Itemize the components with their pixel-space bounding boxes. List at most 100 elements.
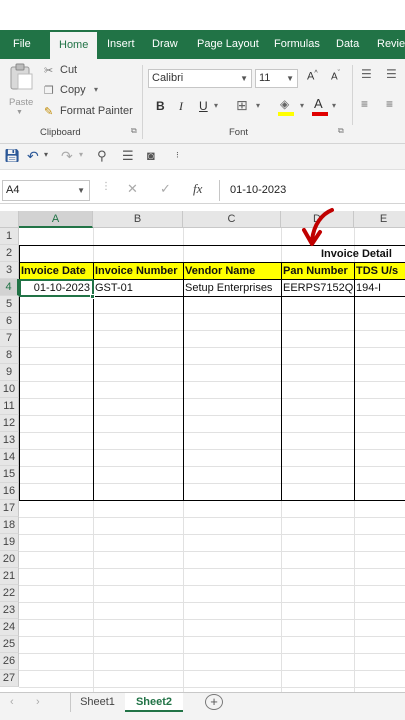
row-header[interactable]: 7 xyxy=(0,330,19,347)
format-painter-button[interactable]: ✎ Format Painter xyxy=(42,104,137,122)
clipboard-launcher-icon[interactable]: ⧉ xyxy=(131,126,137,136)
fill-color-icon[interactable]: ◈ xyxy=(278,97,298,117)
row-header[interactable]: 1 xyxy=(0,228,19,245)
form-icon[interactable]: ☰ xyxy=(122,148,134,164)
paste-dropdown-icon[interactable]: ▼ xyxy=(16,109,23,116)
fill-color-dropdown-icon[interactable]: ▾ xyxy=(300,101,304,110)
borders-dropdown-icon[interactable]: ▾ xyxy=(256,101,260,110)
spreadsheet-grid[interactable]: A B C D E 1 2 3 4 5 6 7 8 9 10 11 12 13 … xyxy=(0,211,405,692)
table-cell[interactable]: EERPS7152Q xyxy=(281,280,354,297)
name-box[interactable]: A4 ▼ xyxy=(2,180,90,201)
paste-button[interactable]: Paste ▼ xyxy=(6,63,36,121)
active-cell-indicator xyxy=(19,279,94,297)
header-cell[interactable]: Pan Number xyxy=(281,263,354,280)
row-header[interactable]: 25 xyxy=(0,636,19,653)
header-cell[interactable]: Invoice Number xyxy=(93,263,183,280)
cut-button[interactable]: ✂ Cut xyxy=(42,63,122,81)
cancel-icon[interactable]: ✕ xyxy=(127,181,138,197)
add-sheet-icon[interactable]: + xyxy=(205,694,223,710)
italic-button[interactable]: I xyxy=(179,99,183,114)
decrease-font-size-icon[interactable]: Aˇ xyxy=(331,70,340,82)
undo-icon[interactable]: ↶ xyxy=(27,148,39,165)
row-header[interactable]: 3 xyxy=(0,262,19,279)
enter-icon[interactable]: ✓ xyxy=(160,181,171,197)
redo-icon[interactable]: ↷ xyxy=(61,148,73,165)
row-header[interactable]: 2 xyxy=(0,245,19,262)
row-header[interactable]: 20 xyxy=(0,551,19,568)
copy-dropdown-icon[interactable]: ▾ xyxy=(94,85,98,94)
tab-home[interactable]: Home xyxy=(50,32,98,59)
fill-handle[interactable] xyxy=(90,294,95,299)
row-header[interactable]: 5 xyxy=(0,296,19,313)
column-header-b[interactable]: B xyxy=(93,211,183,228)
align-left-icon[interactable]: ≡ xyxy=(361,97,368,111)
copy-button[interactable]: ❐ Copy ▾ xyxy=(42,83,122,101)
increase-font-size-icon[interactable]: A^ xyxy=(307,70,318,83)
row-header[interactable]: 16 xyxy=(0,483,19,500)
select-all-corner[interactable] xyxy=(0,211,19,228)
row-header[interactable]: 19 xyxy=(0,534,19,551)
save-icon[interactable]: 💾︎ xyxy=(4,148,21,164)
formula-input[interactable]: 01-10-2023 xyxy=(219,180,405,201)
chevron-down-icon: ▼ xyxy=(286,74,294,83)
font-color-dropdown-icon[interactable]: ▾ xyxy=(332,101,336,110)
sheet-tab-bar: ‹ › Sheet1 Sheet2 + xyxy=(0,692,405,712)
font-name-select[interactable]: Calibri ▼ xyxy=(148,69,252,88)
row-header[interactable]: 14 xyxy=(0,449,19,466)
borders-icon[interactable]: ⊞ xyxy=(236,97,248,114)
row-header[interactable]: 6 xyxy=(0,313,19,330)
row-header[interactable]: 22 xyxy=(0,585,19,602)
row-header[interactable]: 21 xyxy=(0,568,19,585)
align-top-icon[interactable]: ☰ xyxy=(361,67,372,81)
row-header[interactable]: 23 xyxy=(0,602,19,619)
table-cell[interactable]: Setup Enterprises xyxy=(183,280,281,297)
align-middle-icon[interactable]: ☰ xyxy=(386,67,397,81)
row-header[interactable]: 8 xyxy=(0,347,19,364)
row-header[interactable]: 17 xyxy=(0,500,19,517)
quick-access-toolbar: 💾︎ ↶ ▾ ↷ ▾ ⚲ ☰ ◙ ⁝ xyxy=(0,144,405,170)
tab-page-layout[interactable]: Page Layout xyxy=(197,30,259,59)
redo-dropdown-icon[interactable]: ▾ xyxy=(79,150,83,159)
row-header[interactable]: 12 xyxy=(0,415,19,432)
font-size-select[interactable]: 11 ▼ xyxy=(255,69,298,88)
tab-file[interactable]: File xyxy=(13,30,31,59)
tab-review[interactable]: Revie xyxy=(377,30,405,59)
tab-formulas[interactable]: Formulas xyxy=(274,30,320,59)
camera-icon[interactable]: ◙ xyxy=(147,148,155,163)
font-color-icon[interactable]: A xyxy=(312,96,332,117)
scroll-right-icon[interactable]: › xyxy=(36,693,40,712)
row-header[interactable]: 9 xyxy=(0,364,19,381)
header-cell[interactable]: Invoice Date xyxy=(19,263,93,280)
sheet-tab-sheet2[interactable]: Sheet2 xyxy=(125,693,183,712)
scroll-left-icon[interactable]: ‹ xyxy=(10,693,14,712)
customize-toolbar-icon[interactable]: ⁝ xyxy=(176,150,179,161)
row-header[interactable]: 13 xyxy=(0,432,19,449)
table-cell[interactable]: GST-01 xyxy=(93,280,183,297)
column-header-e[interactable]: E xyxy=(354,211,405,228)
search-icon[interactable]: ⚲ xyxy=(97,148,107,164)
underline-button[interactable]: U xyxy=(199,99,208,113)
row-header[interactable]: 10 xyxy=(0,381,19,398)
insert-function-icon[interactable]: fx xyxy=(193,181,202,197)
bold-button[interactable]: B xyxy=(156,99,165,113)
sheet-tab-sheet1[interactable]: Sheet1 xyxy=(70,693,124,712)
column-header-a[interactable]: A xyxy=(19,211,93,228)
row-header[interactable]: 11 xyxy=(0,398,19,415)
row-header[interactable]: 15 xyxy=(0,466,19,483)
row-header[interactable]: 24 xyxy=(0,619,19,636)
align-center-icon[interactable]: ≡ xyxy=(386,97,393,111)
tab-draw[interactable]: Draw xyxy=(152,30,178,59)
tab-insert[interactable]: Insert xyxy=(107,30,135,59)
tab-data[interactable]: Data xyxy=(336,30,359,59)
header-cell[interactable]: TDS U/s xyxy=(354,263,405,280)
header-cell[interactable]: Vendor Name xyxy=(183,263,281,280)
undo-dropdown-icon[interactable]: ▾ xyxy=(44,150,48,159)
row-header[interactable]: 18 xyxy=(0,517,19,534)
underline-dropdown-icon[interactable]: ▾ xyxy=(214,101,218,110)
font-launcher-icon[interactable]: ⧉ xyxy=(338,126,344,136)
column-header-c[interactable]: C xyxy=(183,211,281,228)
row-header[interactable]: 26 xyxy=(0,653,19,670)
row-header[interactable]: 4 xyxy=(0,279,19,296)
row-header[interactable]: 27 xyxy=(0,670,19,687)
table-cell[interactable]: 194-I xyxy=(354,280,405,297)
